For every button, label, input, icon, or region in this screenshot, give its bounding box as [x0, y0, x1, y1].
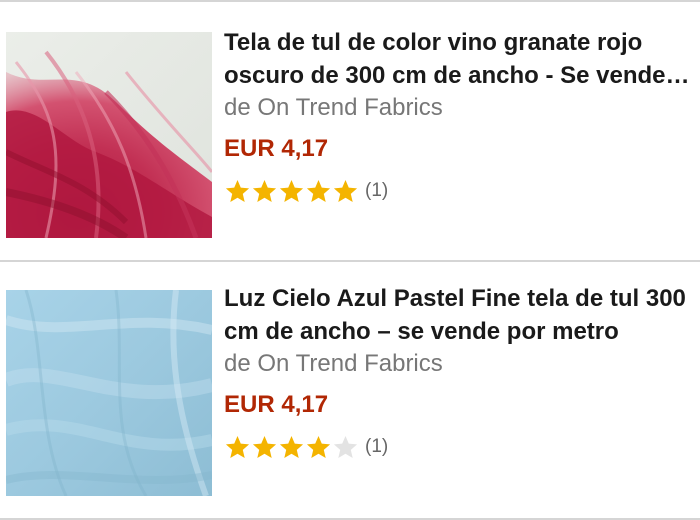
product-title[interactable]: Tela de tul de color vino granate rojo o…	[224, 26, 690, 92]
rating-count: (1)	[365, 180, 389, 201]
light-blue-tulle-image	[6, 290, 212, 496]
star-empty-icon	[333, 435, 358, 458]
star-filled-icon	[333, 179, 358, 202]
rating-count: (1)	[365, 436, 389, 457]
star-filled-icon	[279, 179, 304, 202]
star-filled-icon	[225, 179, 250, 202]
product-price: EUR 4,17	[224, 391, 329, 418]
product-item[interactable]: Tela de tul de color vino granate rojo o…	[0, 2, 700, 256]
seller-name: de On Trend Fabrics	[224, 94, 443, 121]
seller-name: de On Trend Fabrics	[224, 350, 443, 377]
star-filled-icon	[279, 435, 304, 458]
product-info: Luz Cielo Azul Pastel Fine tela de tul 3…	[224, 282, 690, 462]
product-image[interactable]	[6, 290, 212, 496]
product-item[interactable]: Luz Cielo Azul Pastel Fine tela de tul 3…	[0, 262, 700, 516]
star-filled-icon	[252, 179, 277, 202]
star-filled-icon	[306, 435, 331, 458]
product-list: Tela de tul de color vino granate rojo o…	[0, 0, 700, 520]
product-price: EUR 4,17	[224, 135, 329, 162]
product-title[interactable]: Luz Cielo Azul Pastel Fine tela de tul 3…	[224, 282, 690, 348]
product-info: Tela de tul de color vino granate rojo o…	[224, 26, 690, 206]
star-filled-icon	[225, 435, 250, 458]
rating: (1)	[224, 176, 690, 206]
wine-red-tulle-image	[6, 32, 212, 238]
star-filled-icon	[252, 435, 277, 458]
star-rating	[224, 178, 359, 205]
star-rating	[224, 434, 359, 461]
rating: (1)	[224, 432, 690, 462]
product-image[interactable]	[6, 32, 212, 238]
star-filled-icon	[306, 179, 331, 202]
